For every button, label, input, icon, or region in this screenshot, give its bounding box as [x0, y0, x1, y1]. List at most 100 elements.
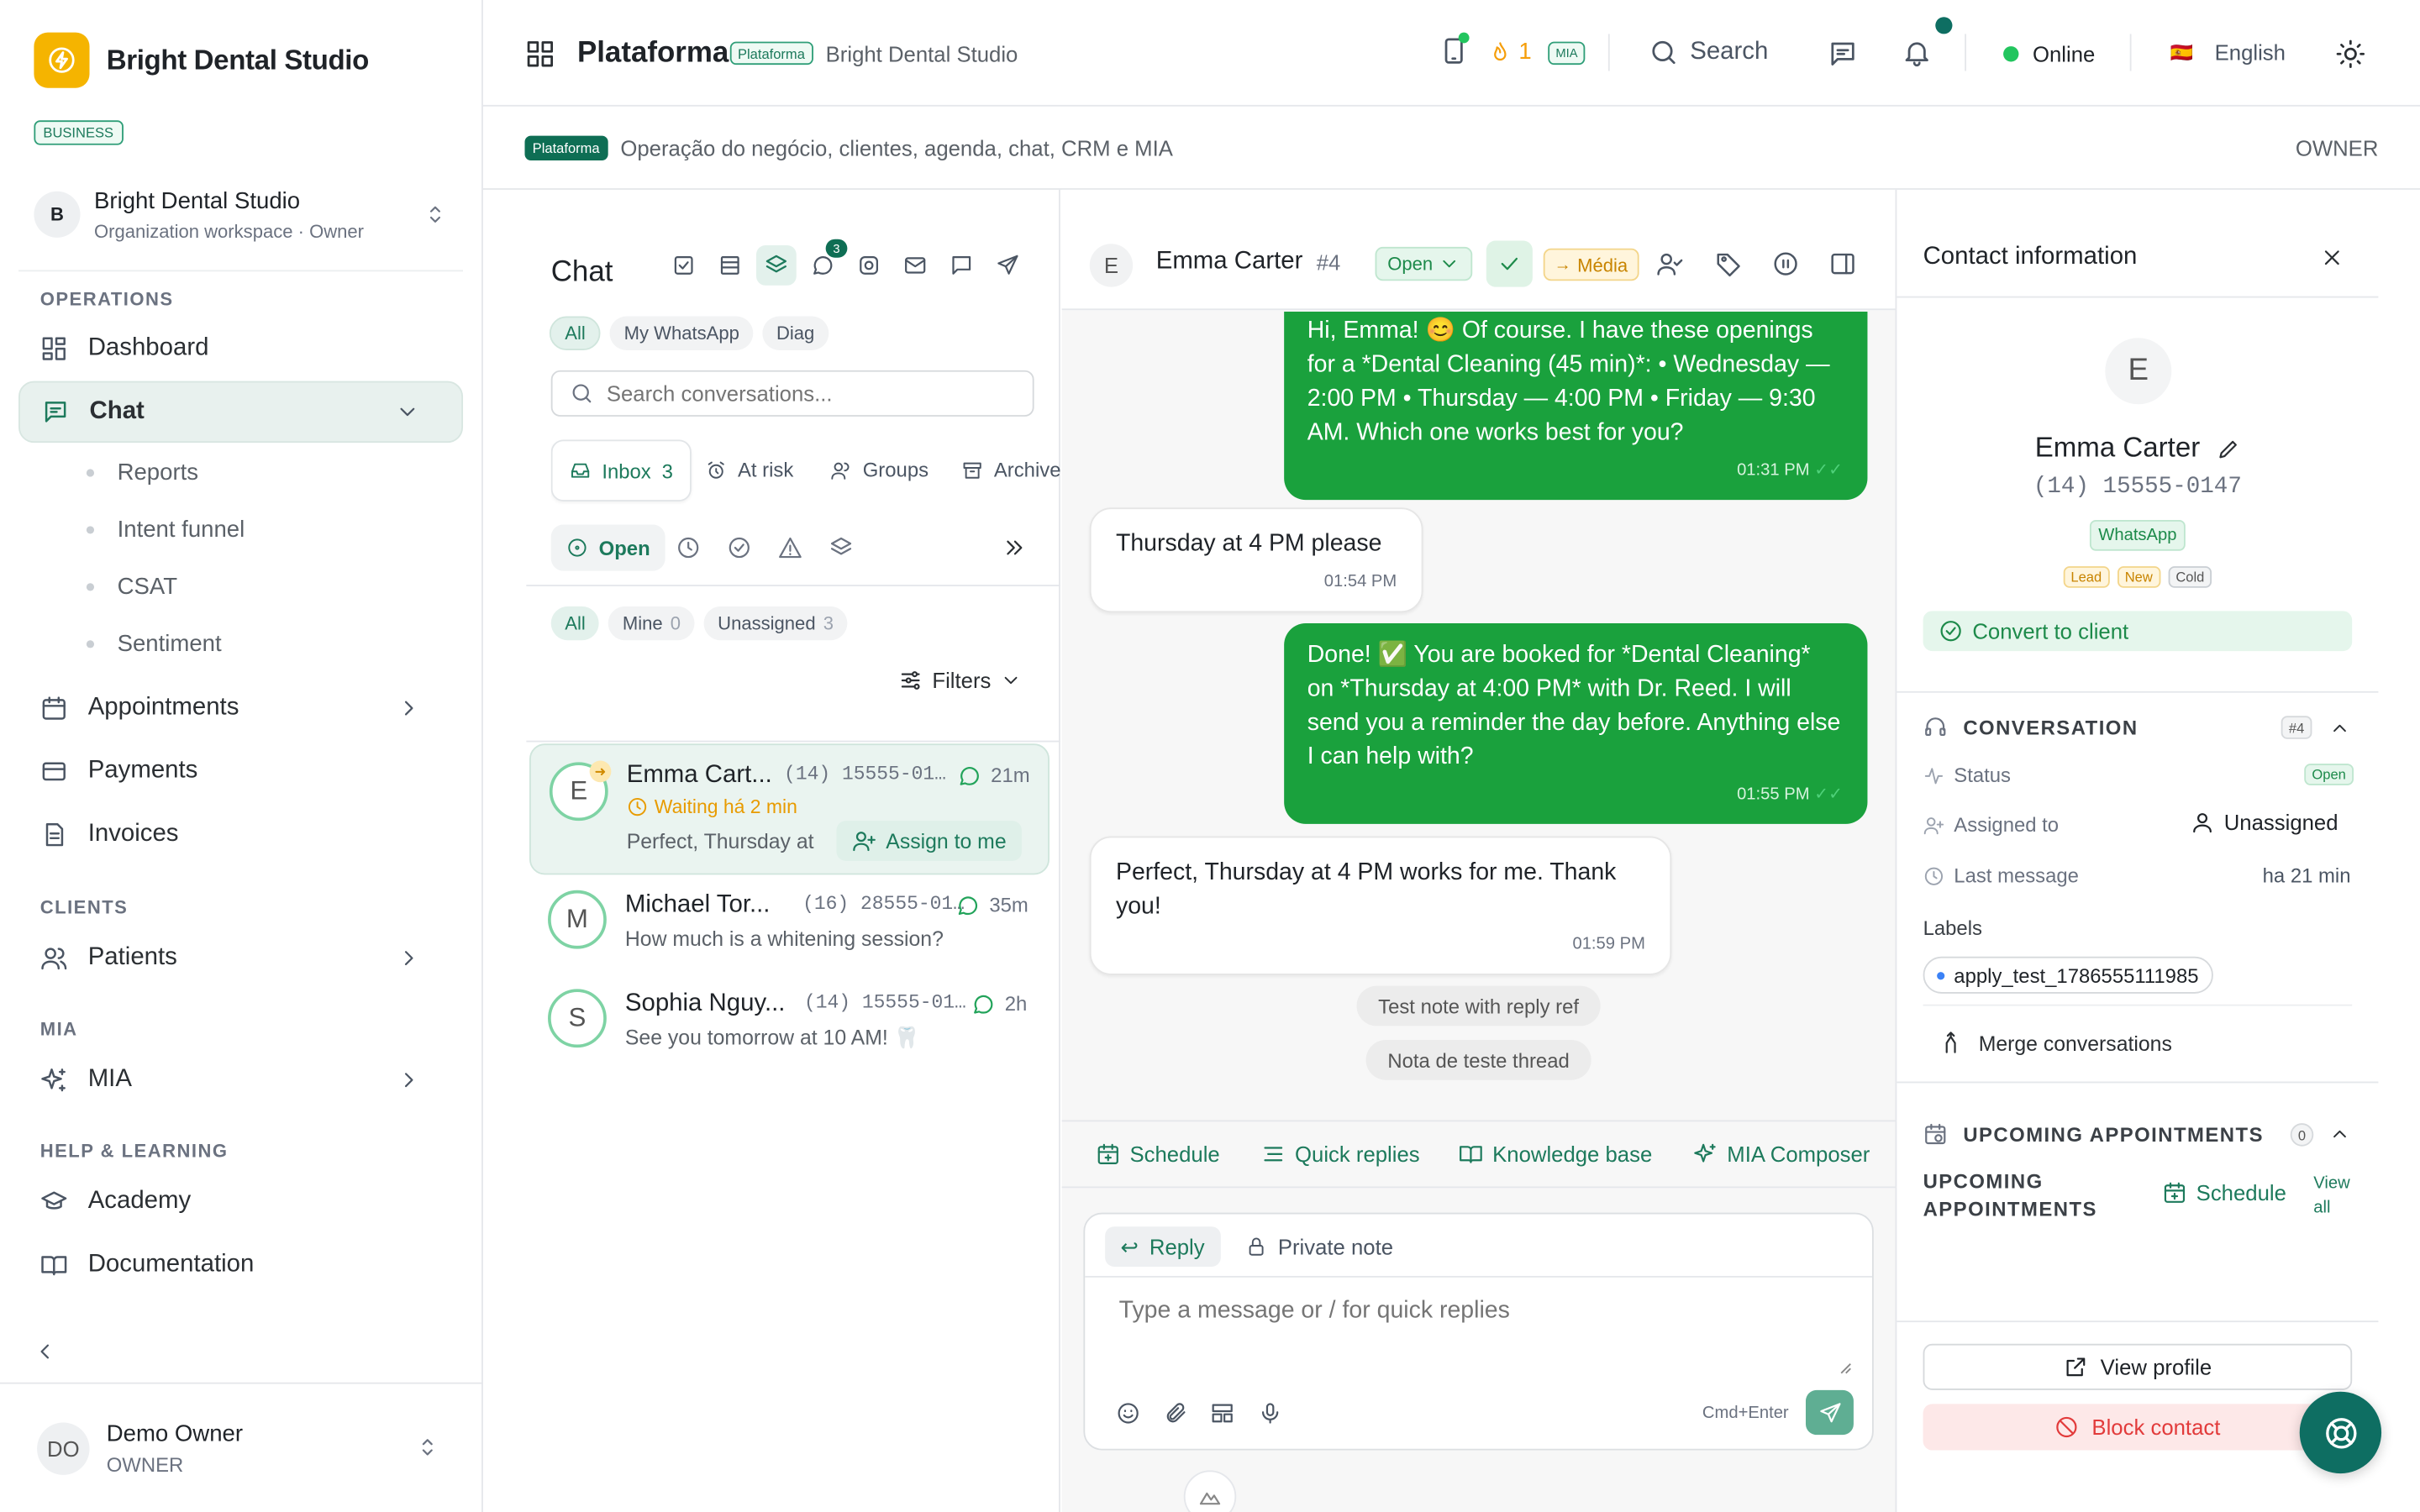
- appointments-schedule-button[interactable]: Schedule: [2162, 1180, 2286, 1205]
- chevrons-right-icon[interactable]: [1002, 535, 1026, 559]
- nav-dashboard[interactable]: Dashboard: [18, 318, 463, 379]
- assign-filter-unassigned[interactable]: Unassigned 3: [703, 606, 848, 641]
- language-select[interactable]: 🇪🇸 English: [2170, 40, 2286, 65]
- sun-icon[interactable]: [2335, 39, 2366, 70]
- nav-csat[interactable]: CSAT: [86, 574, 177, 600]
- assign-to-me-button[interactable]: Assign to me: [836, 821, 1023, 861]
- webchat-channel[interactable]: [941, 245, 981, 286]
- nav-chat[interactable]: Chat: [18, 381, 464, 444]
- microphone-icon[interactable]: [1258, 1401, 1282, 1425]
- message-input[interactable]: [1118, 1297, 1844, 1378]
- tag-icon[interactable]: [1715, 250, 1743, 278]
- appointments-view-all-link[interactable]: View all: [2313, 1171, 2365, 1221]
- search-button[interactable]: Search: [1649, 37, 1768, 68]
- block-contact-button[interactable]: Block contact: [1923, 1404, 2353, 1451]
- knowledge-base-action[interactable]: Knowledge base: [1459, 1142, 1652, 1167]
- tab-at-risk[interactable]: At risk: [705, 459, 793, 481]
- status-filter-open[interactable]: Open: [550, 524, 666, 571]
- nav-reports[interactable]: Reports: [86, 459, 198, 486]
- check-circle-icon[interactable]: [727, 535, 751, 559]
- filter-my-whatsapp[interactable]: My WhatsApp: [610, 316, 754, 350]
- messages-icon[interactable]: [1828, 39, 1859, 70]
- conversation-search-input[interactable]: [606, 381, 1008, 407]
- nav-sentiment[interactable]: Sentiment: [86, 631, 222, 657]
- all-channels[interactable]: [756, 245, 797, 286]
- resize-handle-icon[interactable]: [1839, 1362, 1852, 1375]
- label-chip[interactable]: apply_test_1786555111985: [1923, 956, 2213, 994]
- assign-filter-unassigned-count: 3: [823, 612, 834, 634]
- nav-documentation[interactable]: Documentation: [18, 1234, 463, 1295]
- assign-filter-mine[interactable]: Mine 0: [608, 606, 695, 641]
- mia-composer-action[interactable]: MIA Composer: [1693, 1142, 1870, 1167]
- tag-new[interactable]: New: [2117, 566, 2160, 588]
- nav-mia[interactable]: MIA: [18, 1049, 463, 1110]
- chat-contact-name[interactable]: Emma Carter: [1156, 249, 1303, 276]
- view-profile-button[interactable]: View profile: [1923, 1343, 2353, 1390]
- notifications-button[interactable]: [1902, 17, 1953, 68]
- close-icon[interactable]: [2320, 245, 2344, 270]
- emoji-icon[interactable]: [1116, 1401, 1140, 1425]
- help-fab[interactable]: [2299, 1391, 2382, 1474]
- nav-academy[interactable]: Academy: [18, 1171, 463, 1232]
- pencil-icon[interactable]: [2216, 436, 2240, 460]
- user-menu[interactable]: DO Demo Owner OWNER: [18, 1404, 463, 1494]
- nav-payments[interactable]: Payments: [18, 741, 463, 802]
- layers-icon[interactable]: [829, 535, 853, 559]
- conversation-search[interactable]: [550, 370, 1034, 417]
- conversation-item[interactable]: M Michael Tor... (16) 28555-01… 35m How …: [529, 881, 1050, 974]
- clock-icon[interactable]: [676, 535, 700, 559]
- alert-triangle-icon[interactable]: [778, 535, 802, 559]
- status-dropdown[interactable]: Open: [1375, 246, 1473, 281]
- reply-tab[interactable]: ↩ Reply: [1105, 1226, 1220, 1267]
- pause-circle-icon[interactable]: [1772, 250, 1800, 278]
- collapse-sidebar-icon[interactable]: [33, 1339, 57, 1363]
- tab-inbox[interactable]: Inbox 3: [550, 439, 692, 501]
- whatsapp-channel[interactable]: 3: [802, 239, 848, 286]
- filter-all[interactable]: All: [549, 316, 602, 350]
- convert-to-client-button[interactable]: Convert to client: [1923, 611, 2353, 652]
- private-note[interactable]: Test note with reply ref: [1356, 985, 1601, 1026]
- chevron-up-icon[interactable]: [2329, 717, 2351, 739]
- nav-intent-funnel[interactable]: Intent funnel: [86, 517, 245, 543]
- online-status[interactable]: Online: [2003, 42, 2095, 66]
- mia-badge[interactable]: MIA: [1548, 41, 1586, 66]
- paperclip-icon[interactable]: [1164, 1401, 1188, 1425]
- send-button[interactable]: [1805, 1389, 1854, 1436]
- template-icon[interactable]: [1210, 1401, 1234, 1425]
- telegram-channel[interactable]: [988, 245, 1028, 286]
- appointments-section-header[interactable]: UPCOMING APPOINTMENTS: [1923, 1121, 2264, 1146]
- priority-badge[interactable]: → Média: [1543, 248, 1639, 281]
- app-watermark-button[interactable]: [1183, 1470, 1237, 1512]
- tag-lead[interactable]: Lead: [2063, 566, 2110, 588]
- email-channel[interactable]: [895, 245, 935, 286]
- conversation-item[interactable]: S Sophia Nguy... (14) 15555-01… 2h See y…: [529, 979, 1050, 1072]
- apps-grid-icon[interactable]: [524, 39, 555, 70]
- resolve-button[interactable]: [1486, 240, 1533, 287]
- list-channel[interactable]: [710, 245, 750, 286]
- nav-invoices[interactable]: Invoices: [18, 804, 463, 865]
- assigned-field-value[interactable]: Unassigned: [2190, 810, 2338, 835]
- filter-diag[interactable]: Diag: [762, 316, 829, 350]
- tag-cold[interactable]: Cold: [2168, 566, 2212, 588]
- tab-archive[interactable]: Archive: [961, 459, 1060, 481]
- schedule-action[interactable]: Schedule: [1096, 1142, 1220, 1167]
- nav-patients[interactable]: Patients: [18, 927, 463, 989]
- private-note-tab[interactable]: Private note: [1245, 1234, 1393, 1259]
- user-check-icon[interactable]: [1656, 250, 1684, 278]
- conversation-item[interactable]: E ➜ Emma Cart... (14) 15555-01… 21m Wait…: [529, 743, 1050, 875]
- private-note[interactable]: Nota de teste thread: [1365, 1039, 1591, 1080]
- nav-appointments[interactable]: Appointments: [18, 677, 463, 738]
- tab-groups[interactable]: Groups: [830, 459, 929, 481]
- panel-right-icon[interactable]: [1829, 250, 1857, 278]
- conversation-section-header[interactable]: CONVERSATION: [1923, 714, 2139, 738]
- chevron-up-icon[interactable]: [2329, 1123, 2351, 1145]
- instagram-channel[interactable]: [849, 245, 889, 286]
- filters-button[interactable]: Filters: [898, 668, 1022, 693]
- assign-filter-all[interactable]: All: [550, 606, 600, 641]
- streak-counter[interactable]: 1: [1488, 39, 1532, 65]
- org-switcher[interactable]: B Bright Dental Studio Organization work…: [18, 173, 463, 250]
- quick-replies-action[interactable]: Quick replies: [1261, 1142, 1420, 1167]
- tasks-channel[interactable]: [664, 245, 704, 286]
- merge-conversations-button[interactable]: Merge conversations: [1939, 1031, 2172, 1055]
- mobile-status[interactable]: [1439, 32, 1470, 66]
